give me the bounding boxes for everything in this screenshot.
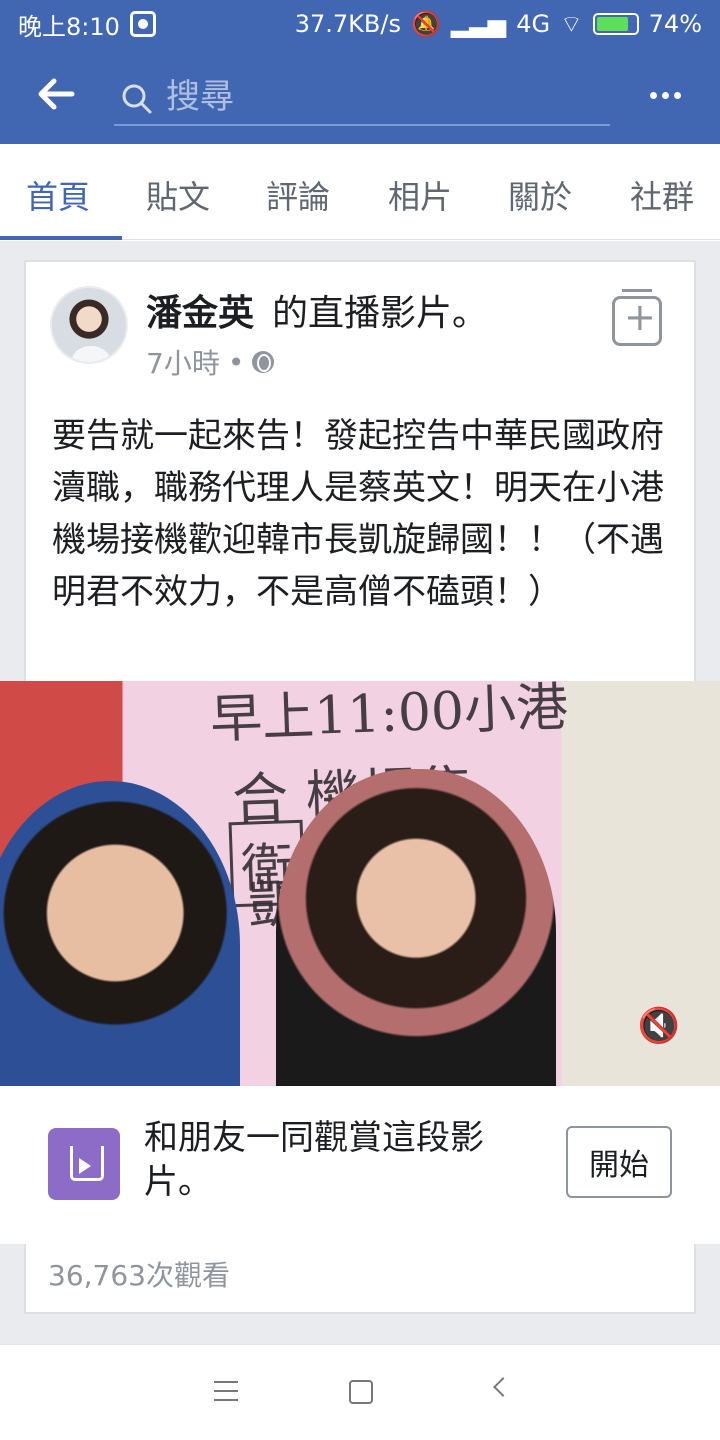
system-navigation-bar [0, 1344, 720, 1440]
post-type-label: 的直播影片。 [272, 293, 489, 334]
network-speed: 37.7KB/s [294, 10, 401, 38]
tab-photos[interactable]: 相片 [388, 172, 452, 218]
search-box[interactable] [114, 72, 610, 126]
watch-party-text: 和朋友一同觀賞這段影片。 [144, 1118, 484, 1202]
tab-posts[interactable]: 貼文 [146, 172, 210, 218]
start-watch-party-button[interactable]: 開始 [566, 1126, 672, 1198]
search-icon [122, 84, 152, 114]
meta-separator: • [227, 345, 245, 379]
poster-handwriting: 早上11:00小港 [209, 681, 569, 751]
tab-about[interactable]: 關於 [508, 172, 572, 218]
popcorn-play-icon [48, 1128, 120, 1200]
tab-home[interactable]: 首頁 [26, 172, 90, 218]
more-icon[interactable] [650, 88, 686, 102]
top-app-bar [0, 48, 720, 144]
post-text: 要告就一起來告！發起控告中華民國政府瀆職，職務代理人是蔡英文！明天在小港機場接機… [52, 416, 664, 612]
wifi-icon: ⌔ [560, 10, 583, 38]
tab-community[interactable]: 社群 [630, 172, 694, 218]
live-video[interactable]: 早上11:00小港 合 機場集 衛 凱 旋 🔇 [0, 681, 720, 1086]
back-arrow-icon[interactable] [34, 72, 78, 116]
page-tabs: 首頁 貼文 評論 相片 關於 社群 [0, 144, 720, 240]
view-count: 36,763次觀看 [48, 1259, 230, 1292]
status-bar: 晚上8:10 37.7KB/s 🔕 ▂▃▅ 4G ⌔ 74% [0, 0, 720, 48]
video-person [0, 781, 240, 1086]
mute-icon[interactable]: 🔇 [638, 1006, 680, 1046]
card-bottom-divider [24, 1312, 696, 1314]
author-name[interactable]: 潘金英 [146, 284, 254, 336]
signal-icon: ▂▃▅ [450, 10, 507, 38]
back-icon[interactable] [493, 1377, 513, 1397]
post-meta: 7小時 • [146, 342, 275, 382]
video-person [276, 769, 556, 1086]
post-time[interactable]: 7小時 [146, 342, 220, 382]
tab-reviews[interactable]: 評論 [266, 172, 330, 218]
globe-icon [252, 351, 275, 373]
save-to-collection-icon[interactable] [612, 289, 662, 346]
notification-icon [129, 11, 156, 37]
network-type: 4G [516, 10, 551, 38]
search-input[interactable] [166, 74, 586, 120]
battery-level: 74% [648, 10, 702, 38]
watch-party-prompt: 和朋友一同觀賞這段影片。 開始 [0, 1086, 720, 1244]
silent-icon: 🔕 [410, 10, 441, 38]
home-icon[interactable] [349, 1380, 373, 1404]
active-tab-indicator [0, 236, 122, 240]
battery-icon [592, 13, 639, 35]
avatar[interactable] [50, 286, 128, 364]
menu-icon[interactable] [214, 1381, 238, 1401]
status-time: 晚上8:10 [18, 12, 120, 41]
